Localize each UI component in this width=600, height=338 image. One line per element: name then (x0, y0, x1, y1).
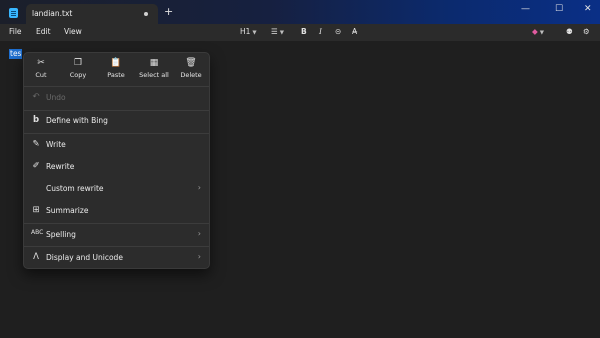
divider (24, 246, 209, 247)
menu-item-spelling[interactable]: ABC Spelling › (24, 225, 209, 245)
display-unicode-label: Display and Unicode (46, 253, 123, 262)
chevron-right-icon: › (197, 252, 201, 261)
delete-button[interactable]: 🗑 Delete (174, 58, 208, 79)
bold-button[interactable]: B (301, 27, 307, 36)
select-all-label: Select all (139, 71, 169, 79)
new-tab-button[interactable]: + (164, 6, 173, 17)
italic-button[interactable]: I (319, 27, 322, 36)
menu-view[interactable]: View (64, 27, 82, 36)
context-menu: ✂ Cut ❐ Copy 📋 Paste ▦ Select all 🗑 Dele… (23, 52, 210, 269)
minimize-button[interactable]: — (521, 4, 530, 14)
menu-item-write[interactable]: ✎ Write (24, 135, 209, 155)
chevron-down-icon: ▼ (279, 30, 284, 36)
cut-label: Cut (35, 71, 47, 79)
write-label: Write (46, 140, 66, 149)
cut-icon: ✂ (37, 58, 45, 68)
divider (24, 133, 209, 134)
menu-item-custom-rewrite[interactable]: Custom rewrite › (24, 179, 209, 199)
selected-text[interactable]: tes (9, 49, 23, 59)
copy-button[interactable]: ❐ Copy (61, 58, 95, 79)
copilot-icon: ◆ (532, 27, 538, 36)
define-label: Define with Bing (46, 116, 108, 125)
custom-rewrite-label: Custom rewrite (46, 184, 104, 193)
settings-gear-icon[interactable]: ⚙ (583, 27, 590, 36)
copy-label: Copy (69, 71, 87, 79)
paste-label: Paste (107, 71, 125, 79)
list-dropdown[interactable]: ☰ ▼ (271, 27, 284, 36)
title-bar: landian.txt + — ☐ ✕ (0, 0, 600, 24)
menu-item-rewrite[interactable]: ✐ Rewrite (24, 157, 209, 177)
bing-icon: b (32, 115, 40, 125)
unsaved-dot-icon[interactable] (144, 12, 148, 16)
delete-icon: 🗑 (185, 58, 197, 68)
delete-label: Delete (180, 71, 202, 79)
notepad-app-icon (9, 8, 18, 18)
divider (24, 86, 209, 87)
select-all-button[interactable]: ▦ Select all (137, 58, 171, 79)
write-icon: ✎ (32, 139, 40, 149)
close-button[interactable]: ✕ (584, 4, 592, 14)
select-all-icon: ▦ (149, 58, 159, 68)
menu-edit[interactable]: Edit (36, 27, 51, 36)
menu-item-summarize[interactable]: ⊞ Summarize (24, 201, 209, 221)
cut-button[interactable]: ✂ Cut (24, 58, 58, 79)
account-icon[interactable]: ⚉ (566, 27, 573, 36)
chevron-right-icon: › (197, 229, 201, 238)
menu-item-display-and-unicode[interactable]: Λ Display and Unicode › (24, 248, 209, 268)
link-icon[interactable]: ⊝ (335, 27, 341, 36)
undo-icon: ↶ (32, 92, 40, 102)
summarize-icon: ⊞ (32, 205, 40, 215)
paste-button[interactable]: 📋 Paste (99, 58, 133, 79)
rewrite-label: Rewrite (46, 162, 75, 171)
spelling-label: Spelling (46, 230, 76, 239)
undo-label: Undo (46, 93, 66, 102)
chevron-down-icon: ▼ (252, 30, 257, 36)
tab-landian[interactable]: landian.txt (26, 4, 158, 24)
chevron-down-icon: ▼ (539, 30, 545, 36)
clear-formatting-icon[interactable]: A̶ (352, 27, 357, 36)
rewrite-icon: ✐ (32, 161, 40, 171)
summarize-label: Summarize (46, 206, 89, 215)
copilot-dropdown[interactable]: ◆ ▼ (532, 27, 544, 36)
heading-dropdown[interactable]: H1 ▼ (240, 27, 257, 36)
unicode-icon: Λ (33, 252, 39, 262)
heading-label: H1 (240, 27, 251, 36)
divider (24, 223, 209, 224)
tab-title: landian.txt (32, 9, 73, 18)
list-icon: ☰ (271, 27, 278, 36)
menu-toolbar: File Edit View H1 ▼ ☰ ▼ B I ⊝ A̶ ◆ ▼ ⚉ ⚙ (0, 24, 600, 41)
spelling-icon: ABC (31, 229, 44, 236)
chevron-right-icon: › (197, 183, 201, 192)
menu-item-define-with-bing[interactable]: b Define with Bing (24, 111, 209, 131)
maximize-button[interactable]: ☐ (555, 4, 563, 14)
menu-item-undo[interactable]: ↶ Undo (24, 88, 209, 108)
menu-file[interactable]: File (9, 27, 22, 36)
copy-icon: ❐ (73, 58, 83, 68)
paste-icon: 📋 (110, 58, 122, 68)
